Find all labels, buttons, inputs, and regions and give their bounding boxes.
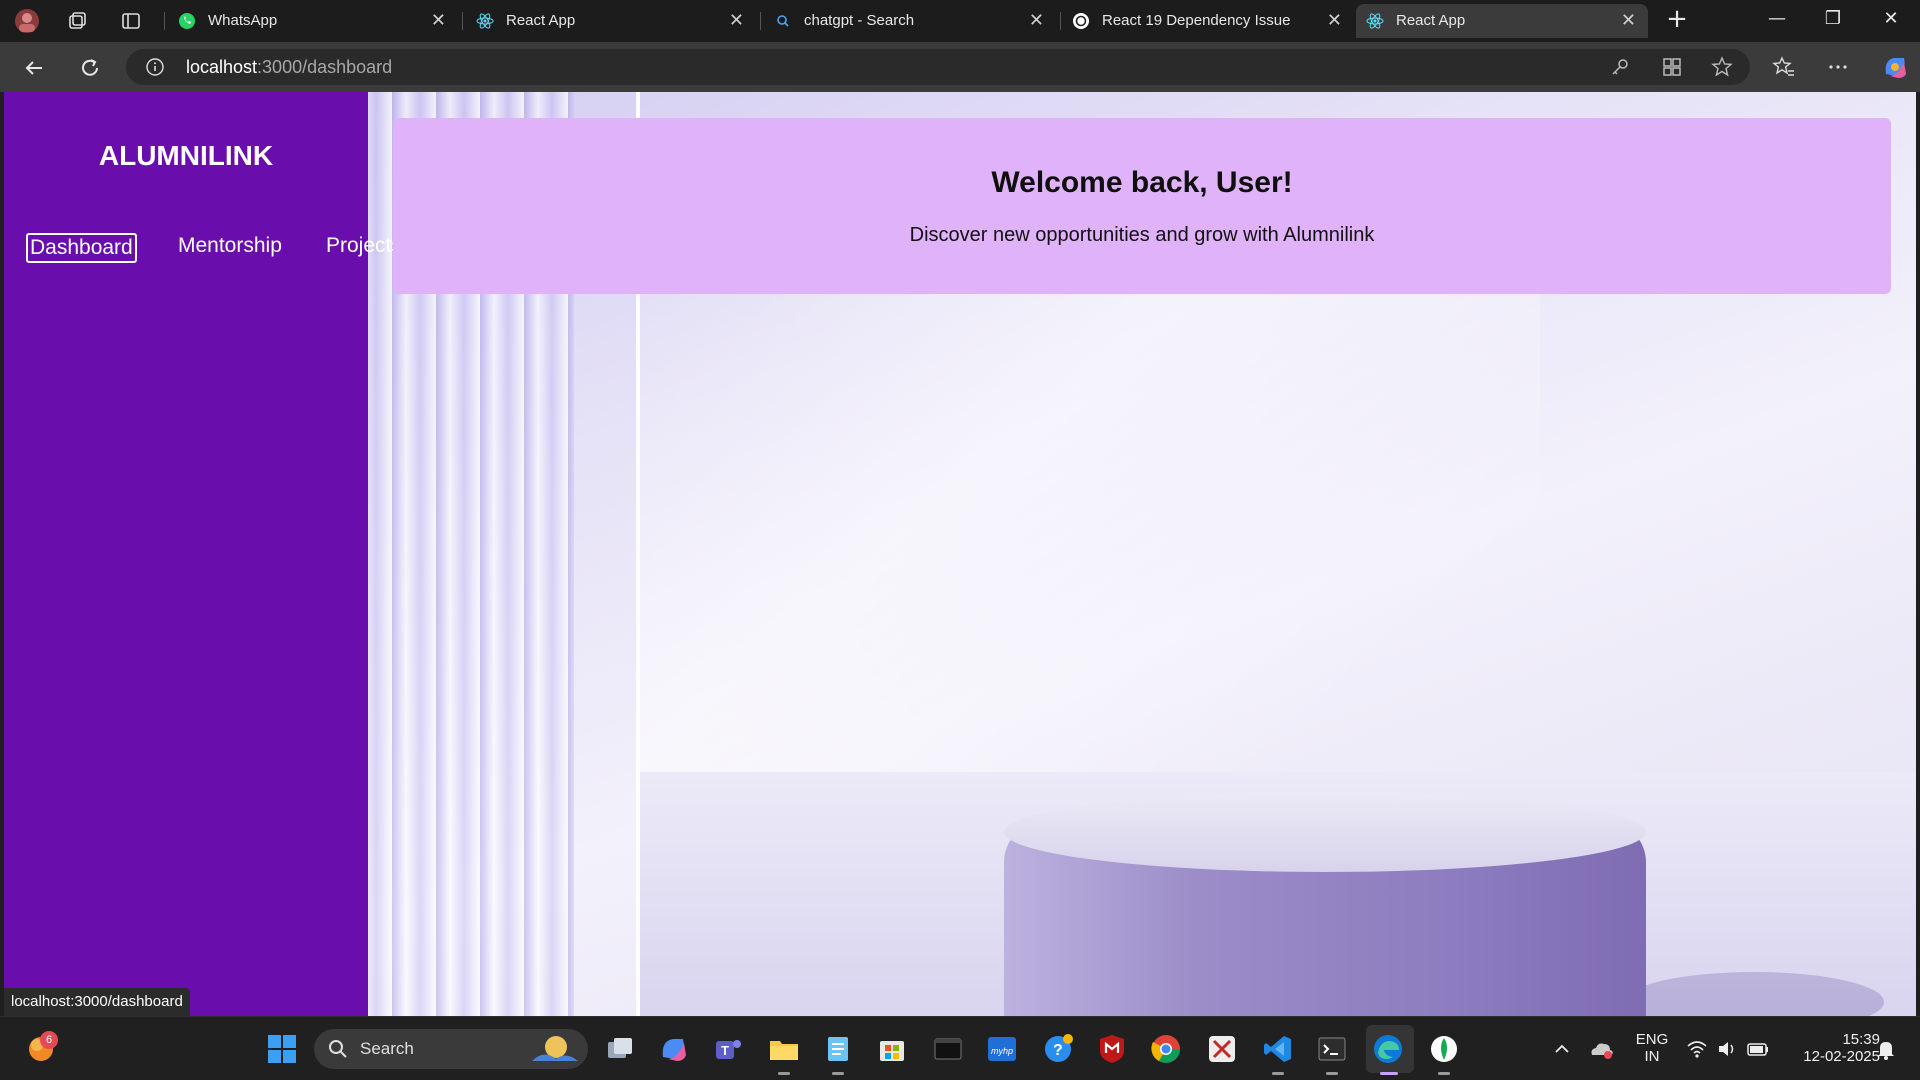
task-view-icon[interactable]	[604, 1033, 636, 1065]
tab-close-icon[interactable]: ✕	[431, 10, 446, 31]
tab-close-icon[interactable]: ✕	[1621, 10, 1636, 31]
sidebar: ALUMNILINK Dashboard Mentorship Projects	[4, 92, 402, 1016]
copilot-taskbar-icon[interactable]	[658, 1033, 690, 1065]
new-tab-button[interactable]: +	[1662, 4, 1692, 34]
tab-whatsapp[interactable]: WhatsApp ✕	[168, 4, 458, 38]
svg-text:T: T	[721, 1043, 729, 1058]
tab-label: chatgpt - Search	[804, 12, 915, 29]
mcafee-icon[interactable]	[1096, 1033, 1128, 1065]
whatsapp-icon	[179, 13, 195, 29]
widget-notification-badge: 6	[40, 1031, 58, 1049]
onedrive-icon[interactable]	[1588, 1037, 1614, 1061]
link-status-tooltip: localhost:3000/dashboard	[4, 988, 190, 1016]
password-key-icon[interactable]	[1608, 55, 1632, 79]
clock-time: 15:39	[1842, 1031, 1880, 1048]
profile-avatar-icon[interactable]	[14, 8, 40, 34]
welcome-subtitle: Discover new opportunities and grow with…	[909, 224, 1375, 246]
favorite-star-icon[interactable]	[1710, 55, 1734, 79]
file-explorer-icon[interactable]	[768, 1033, 800, 1065]
search-highlight-icon	[532, 1036, 578, 1061]
myhp-icon[interactable]: myhp	[986, 1033, 1018, 1065]
copilot-icon[interactable]	[1880, 52, 1910, 82]
background-light-rays	[640, 212, 1540, 812]
show-hidden-icons-icon[interactable]	[1552, 1039, 1572, 1059]
more-options-icon[interactable]	[1826, 55, 1850, 79]
close-window-icon[interactable]: ✕	[1876, 8, 1906, 34]
minimize-icon[interactable]: —	[1762, 8, 1792, 34]
browser-titlebar: WhatsApp ✕ React App ✕ chatgpt - Search …	[0, 0, 1920, 42]
url-text[interactable]: localhost:3000/dashboard	[186, 57, 392, 78]
svg-text:myhp: myhp	[991, 1046, 1013, 1056]
react-icon	[476, 13, 494, 29]
svg-text:?: ?	[1053, 1042, 1063, 1059]
battery-icon[interactable]	[1746, 1039, 1770, 1059]
tab-chatgpt-search[interactable]: chatgpt - Search ✕	[764, 4, 1056, 38]
site-info-icon[interactable]	[146, 58, 164, 76]
notepad-icon[interactable]	[822, 1033, 854, 1065]
tab-close-icon[interactable]: ✕	[729, 10, 744, 31]
chatgpt-icon	[1073, 13, 1089, 29]
address-bar[interactable]: localhost:3000/dashboard	[126, 49, 1750, 85]
tab-label: React App	[1396, 12, 1466, 29]
browser-toolbar: localhost:3000/dashboard	[0, 42, 1920, 92]
tab-label: WhatsApp	[208, 12, 278, 29]
tab-react-app-active[interactable]: React App ✕	[1356, 4, 1648, 38]
windows-taskbar: 6 Search T myhp ? ENG IN 15:39 12-02-202…	[0, 1016, 1920, 1080]
search-icon	[329, 1040, 347, 1058]
windows-start-icon[interactable]	[266, 1033, 298, 1065]
tab-actions-icon[interactable]	[118, 8, 144, 34]
terminal-icon[interactable]	[1316, 1033, 1348, 1065]
nav-link-dashboard[interactable]: Dashboard	[26, 233, 137, 263]
taskbar-search-label: Search	[360, 1039, 414, 1058]
clock-date: 12-02-2025	[1803, 1048, 1880, 1065]
react-icon	[1366, 13, 1384, 29]
terminal-app-icon[interactable]	[932, 1033, 964, 1065]
workspaces-icon[interactable]	[64, 8, 90, 34]
wifi-icon[interactable]	[1686, 1039, 1708, 1059]
tab-label: React 19 Dependency Issue	[1102, 12, 1291, 29]
notifications-bell-icon[interactable]	[1874, 1037, 1898, 1061]
microsoft-store-icon[interactable]	[876, 1033, 908, 1065]
volume-icon[interactable]	[1716, 1039, 1738, 1059]
refresh-icon[interactable]	[76, 54, 104, 82]
restore-icon[interactable]: ❐	[1818, 8, 1848, 34]
chrome-icon[interactable]	[1150, 1033, 1182, 1065]
scratch-app-icon[interactable]	[1206, 1033, 1238, 1065]
tab-close-icon[interactable]: ✕	[1327, 10, 1342, 31]
welcome-card: Welcome back, User! Discover new opportu…	[393, 118, 1891, 294]
mongodb-compass-icon[interactable]	[1428, 1033, 1460, 1065]
favorites-icon[interactable]	[1772, 55, 1796, 79]
tab-react-app[interactable]: React App ✕	[466, 4, 756, 38]
app-available-icon[interactable]	[1660, 55, 1684, 79]
nav-link-mentorship[interactable]: Mentorship	[178, 234, 282, 258]
vscode-icon[interactable]	[1262, 1033, 1294, 1065]
language-indicator[interactable]: ENG IN	[1630, 1031, 1674, 1065]
tab-label: React App	[506, 12, 576, 29]
nav-link-projects[interactable]: Projects	[326, 234, 402, 258]
back-icon[interactable]	[20, 54, 48, 82]
taskbar-search-box[interactable]: Search	[314, 1029, 588, 1069]
page-viewport: ALUMNILINK Dashboard Mentorship Projects…	[4, 92, 1916, 1016]
search-icon	[777, 15, 789, 27]
teams-icon[interactable]: T	[712, 1033, 744, 1065]
welcome-title: Welcome back, User!	[991, 166, 1293, 199]
brand-logo-text: ALUMNILINK	[98, 140, 274, 171]
tab-react19-issue[interactable]: React 19 Dependency Issue ✕	[1062, 4, 1354, 38]
clock[interactable]: 15:39 12-02-2025	[1780, 1031, 1880, 1065]
tab-close-icon[interactable]: ✕	[1029, 10, 1044, 31]
get-help-icon[interactable]: ?	[1042, 1033, 1074, 1065]
edge-icon[interactable]	[1372, 1033, 1404, 1065]
